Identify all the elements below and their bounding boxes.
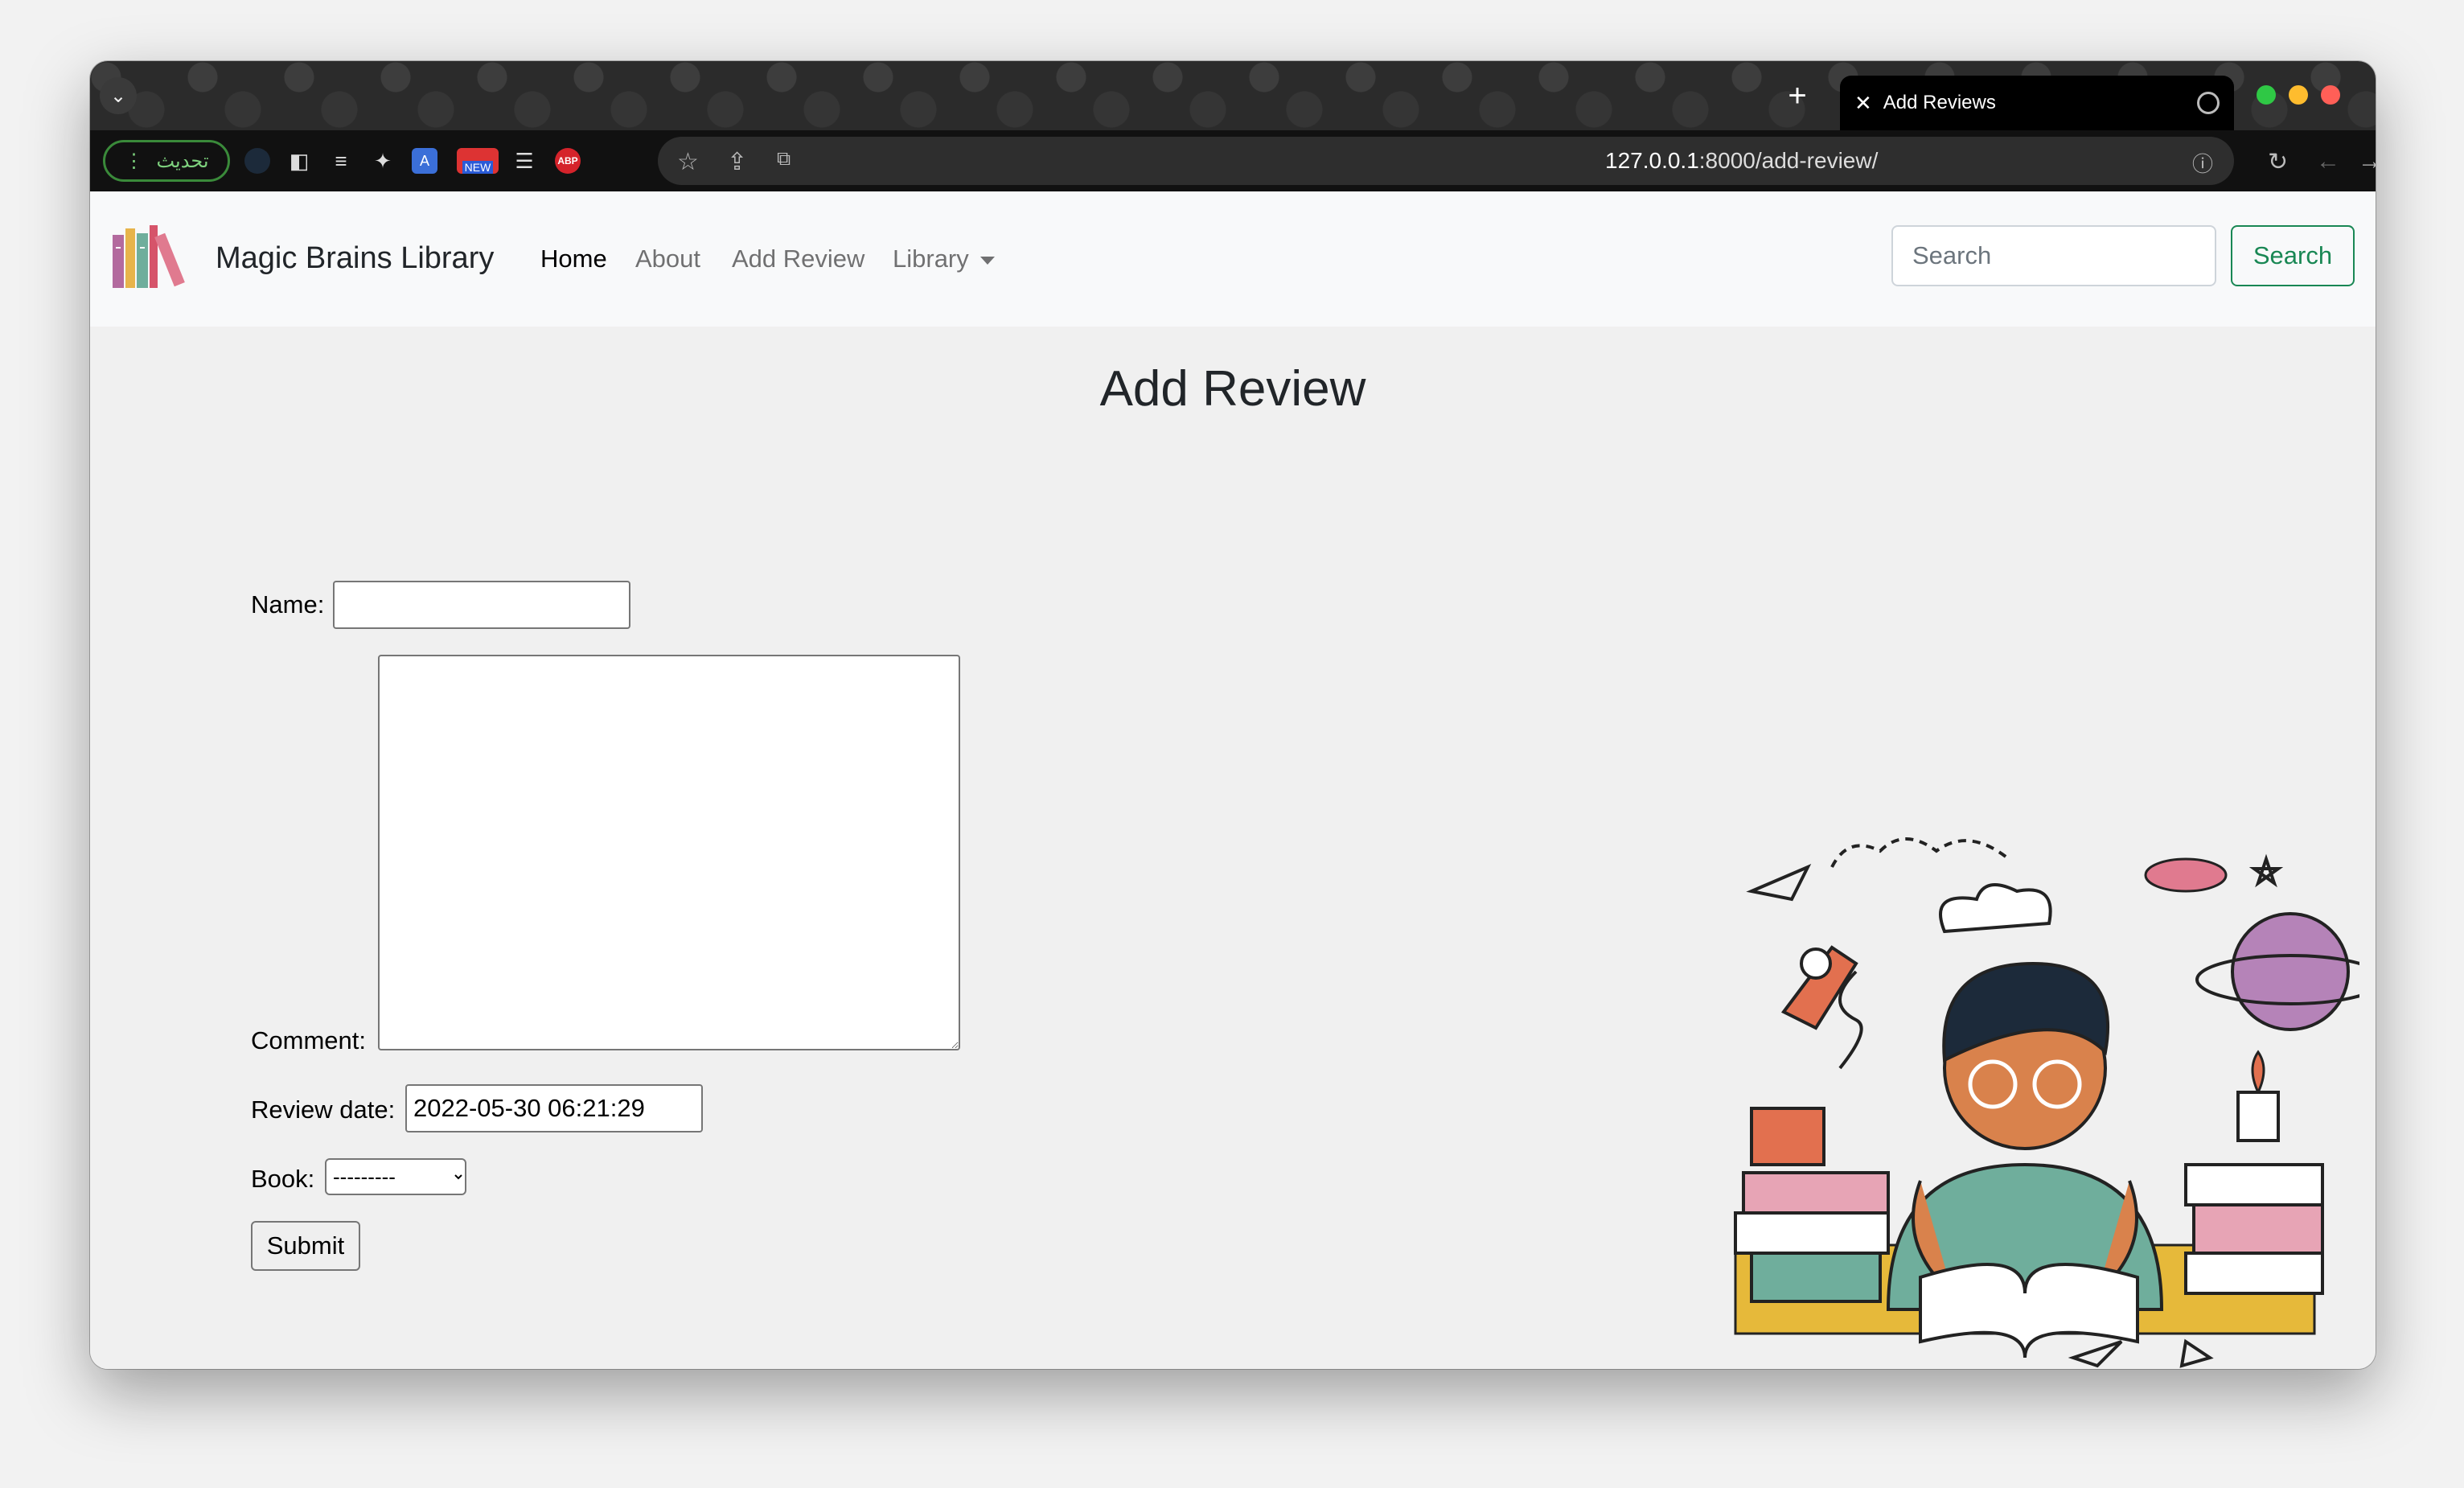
search-input[interactable] <box>1891 225 2216 286</box>
nav-dropdown-library[interactable]: Library <box>893 245 995 273</box>
caret-down-icon <box>979 256 995 265</box>
list-extension-icon[interactable]: ☰ <box>511 148 537 174</box>
submit-button[interactable]: Submit <box>251 1221 360 1271</box>
name-label: Name: <box>251 590 325 619</box>
address-bar[interactable]: ☆ ⇪ ⧉ 127.0.0.1:8000/add-review/ ⓘ <box>658 137 2234 185</box>
reload-icon[interactable]: ↻ <box>2268 148 2288 176</box>
url-text[interactable]: 127.0.0.1:8000/add-review/ <box>1605 148 2234 174</box>
url-path: :8000/add-review/ <box>1698 148 1879 173</box>
window-zoom-button[interactable] <box>2257 85 2276 105</box>
profile-avatar-icon[interactable] <box>244 148 270 174</box>
comment-label: Comment: <box>251 1026 366 1054</box>
reading-student-illustration <box>1734 837 2359 1368</box>
page-content: Magic Brains Library Home About Add Revi… <box>90 191 2376 1369</box>
reading-list-icon[interactable]: ≡ <box>328 148 354 174</box>
tab-close-icon[interactable]: ✕ <box>1854 91 1872 116</box>
search-button[interactable]: Search <box>2231 225 2355 286</box>
share-icon[interactable]: ⇪ <box>727 148 747 176</box>
window-minimize-button[interactable] <box>2289 85 2308 105</box>
tab-cast-icon[interactable]: ⧉ <box>777 148 791 171</box>
forward-arrow-icon[interactable]: → <box>2358 148 2376 175</box>
update-button[interactable]: ⋮ تحديث <box>103 140 230 182</box>
nav-link-add-review[interactable]: Add Review <box>732 245 864 273</box>
nav-link-about[interactable]: About <box>635 245 700 273</box>
tab-strip: ⌄ + ✕ Add Reviews <box>90 61 2376 130</box>
books-logo-icon[interactable] <box>111 224 188 290</box>
url-host: 127.0.0.1 <box>1605 148 1699 173</box>
update-button-label: تحديث <box>156 150 209 172</box>
browser-toolbar: ⋮ تحديث ◧ ≡ ✦ A NEW ☰ ABP ☆ ⇪ ⧉ 127.0.0.… <box>90 130 2376 191</box>
bookmark-star-icon[interactable]: ☆ <box>677 148 699 176</box>
comment-textarea[interactable] <box>378 655 960 1050</box>
abp-label: ABP <box>557 155 578 166</box>
book-label: Book: <box>251 1165 315 1193</box>
kebab-menu-icon: ⋮ <box>124 150 144 172</box>
window-close-button[interactable] <box>2321 85 2340 105</box>
browser-window: ⌄ + ✕ Add Reviews ⋮ تحديث ◧ ≡ ✦ A NEW ☰ … <box>90 61 2376 1369</box>
new-extension-icon[interactable]: NEW <box>457 148 499 174</box>
new-badge: NEW <box>462 161 494 174</box>
page-title: Add Review <box>1099 361 1366 417</box>
review-date-input[interactable] <box>405 1084 703 1132</box>
name-input[interactable] <box>333 581 630 629</box>
book-select[interactable]: --------- <box>325 1158 466 1195</box>
sidebar-icon[interactable]: ◧ <box>286 148 312 174</box>
translate-extension-icon[interactable]: A <box>412 148 437 174</box>
brand-title[interactable]: Magic Brains Library <box>216 241 494 276</box>
nav-dropdown-library-label: Library <box>893 245 969 273</box>
globe-icon <box>2197 92 2220 114</box>
extensions-puzzle-icon[interactable]: ✦ <box>370 148 396 174</box>
back-arrow-icon[interactable]: ← <box>2316 148 2340 175</box>
nav-link-home[interactable]: Home <box>540 245 607 273</box>
tab-title: Add Reviews <box>1883 92 1996 113</box>
new-tab-plus-icon[interactable]: + <box>1777 76 1817 116</box>
review-date-label: Review date: <box>251 1095 396 1124</box>
tab-add-reviews[interactable]: ✕ Add Reviews <box>1840 76 2234 130</box>
tab-search-chevron-icon[interactable]: ⌄ <box>100 77 137 114</box>
site-info-icon[interactable]: ⓘ <box>2192 148 2213 178</box>
adblock-plus-icon[interactable]: ABP <box>555 148 581 174</box>
site-navbar: Magic Brains Library Home About Add Revi… <box>90 191 2376 327</box>
